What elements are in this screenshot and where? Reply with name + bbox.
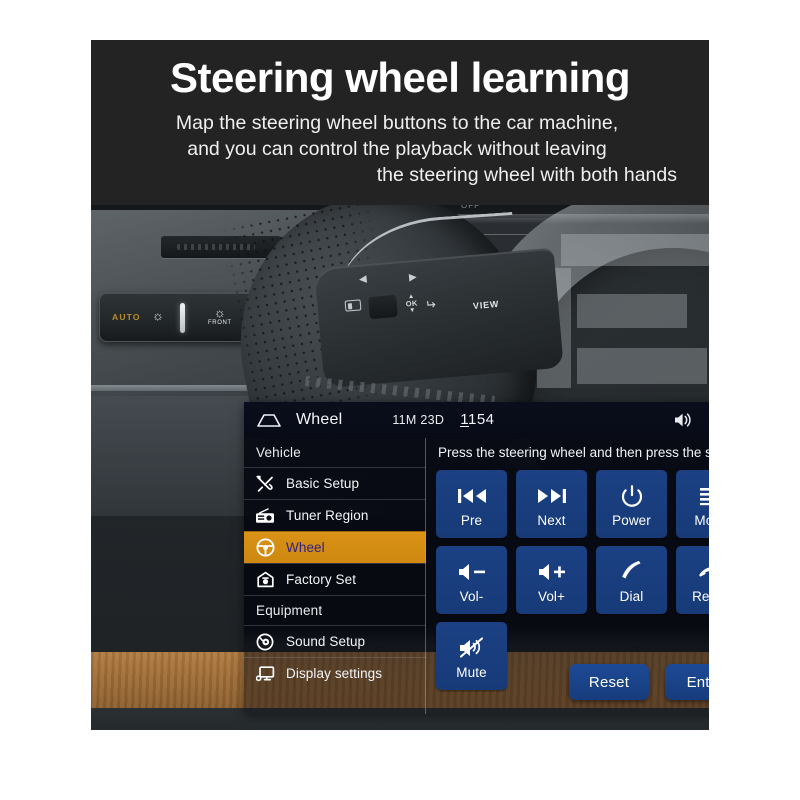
- wheel-left-arrow-icon: ◀: [358, 273, 368, 286]
- sidebar-item-label: Basic Setup: [286, 476, 360, 491]
- sidebar-item-tuner-region[interactable]: Tuner Region: [244, 499, 426, 531]
- sidebar-item-wheel[interactable]: Wheel: [244, 531, 426, 563]
- sidebar-item-label: Sound Setup: [286, 634, 366, 649]
- wheel-back-icon: ↵: [424, 296, 437, 313]
- button-label: Vol+: [537, 588, 566, 604]
- front-fog-label: FRONT: [208, 320, 232, 326]
- sidebar-item-factory-set[interactable]: Factory Set: [244, 563, 426, 595]
- sidebar: Vehicle Basic Setup Tuner Region Wheel F…: [244, 438, 426, 714]
- ui-header-title: Wheel: [296, 411, 343, 428]
- sidebar-item-display-settings[interactable]: Display settings: [244, 657, 426, 689]
- ui-header-date: 11M 23D: [392, 413, 445, 427]
- speaker-icon: [252, 632, 278, 652]
- volume-icon[interactable]: [673, 411, 693, 429]
- button-reject[interactable]: Reject: [676, 546, 709, 614]
- button-label: Vol-: [459, 588, 484, 604]
- wheel-right-arrow-icon: ▶: [408, 271, 418, 284]
- button-dial[interactable]: Dial: [596, 546, 667, 614]
- sidebar-item-label: Tuner Region: [286, 508, 369, 523]
- factory-icon: [252, 570, 278, 590]
- instruction-text: Press the steering wheel and then press …: [438, 445, 709, 460]
- home-icon[interactable]: [256, 413, 282, 427]
- cluster-block-4: [577, 348, 707, 384]
- wheel-ok-label: OK: [405, 298, 418, 309]
- wheel-list-icon: [344, 299, 362, 312]
- volume-down-icon: [457, 557, 487, 587]
- mute-icon: [458, 633, 486, 663]
- button-label: Mode: [694, 512, 709, 528]
- button-label: Reject: [692, 588, 709, 604]
- button-label: Dial: [619, 588, 644, 604]
- phone-dial-icon: [619, 557, 645, 587]
- button-mute[interactable]: Mute: [436, 622, 507, 690]
- steering-wheel-icon: [252, 538, 278, 558]
- button-label: Power: [612, 512, 651, 528]
- sidebar-item-basic-setup[interactable]: Basic Setup: [244, 467, 426, 499]
- subtitle-line-2: and you can control the playback without…: [187, 137, 607, 160]
- enter-button[interactable]: Enter: [665, 664, 709, 700]
- next-track-icon: [536, 481, 568, 511]
- button-pre[interactable]: Pre: [436, 470, 507, 538]
- button-label: Mute: [456, 664, 487, 680]
- wheel-ok-dpad: ▲ OK ▼: [402, 292, 422, 321]
- menu-lines-icon: [699, 481, 709, 511]
- volume-up-icon: [537, 557, 567, 587]
- phone-reject-icon: [697, 557, 709, 587]
- sidebar-item-label: Display settings: [286, 666, 383, 681]
- steering-wheel-spoke: [314, 247, 564, 389]
- button-vol-up[interactable]: Vol+: [516, 546, 587, 614]
- content-pane: Press the steering wheel and then press …: [426, 438, 709, 714]
- page-subtitle: Map the steering wheel buttons to the ca…: [113, 111, 687, 189]
- button-power[interactable]: Power: [596, 470, 667, 538]
- cluster-block-1: [561, 234, 709, 266]
- previous-track-icon: [456, 481, 488, 511]
- headlight-knob: [180, 303, 185, 333]
- sidebar-group-vehicle: Vehicle: [256, 445, 301, 460]
- sidebar-item-label: Wheel: [286, 540, 325, 555]
- front-fog-button: ☼ FRONT: [208, 306, 232, 326]
- page-title: Steering wheel learning: [170, 54, 630, 101]
- headlight-sun-icon: ☼: [152, 308, 164, 323]
- banner: Steering wheel learning Map the steering…: [91, 40, 709, 205]
- wheel-thumbpad: [368, 294, 398, 320]
- cluster-block-3: [577, 294, 687, 328]
- subtitle-line-3: the steering wheel with both hands: [376, 163, 677, 186]
- radio-icon: [252, 506, 278, 526]
- monitor-icon: [252, 664, 278, 684]
- action-buttons: Reset Enter: [569, 664, 709, 700]
- infotainment-ui: Wheel 11M 23D 1154 Vehicle Basic Setup T…: [244, 402, 709, 714]
- reset-button[interactable]: Reset: [569, 664, 649, 700]
- power-icon: [620, 481, 644, 511]
- subtitle-line-1: Map the steering wheel buttons to the ca…: [175, 112, 619, 135]
- sidebar-group-equipment: Equipment: [256, 603, 323, 618]
- sidebar-item-label: Factory Set: [286, 572, 357, 587]
- button-label: Pre: [460, 512, 483, 528]
- page-canvas: OFF ABS ⇩93℃ AUTO ☼ ☼ FRONT ☾ REA: [0, 0, 800, 800]
- ui-header: Wheel 11M 23D 1154: [244, 402, 709, 438]
- tools-icon: [252, 474, 278, 494]
- product-card: OFF ABS ⇩93℃ AUTO ☼ ☼ FRONT ☾ REA: [91, 40, 709, 730]
- button-next[interactable]: Next: [516, 470, 587, 538]
- headlight-auto-label: AUTO: [112, 312, 141, 322]
- front-fog-icon: ☼: [213, 305, 226, 320]
- sidebar-item-sound-setup[interactable]: Sound Setup: [244, 625, 426, 657]
- button-vol-down[interactable]: Vol-: [436, 546, 507, 614]
- button-label: Next: [537, 512, 566, 528]
- ui-header-time: 1154: [460, 411, 495, 428]
- button-mode[interactable]: Mode: [676, 470, 709, 538]
- mapping-button-grid: Pre Next Power M Vol- Vol+ Dial Re Mute: [436, 470, 709, 690]
